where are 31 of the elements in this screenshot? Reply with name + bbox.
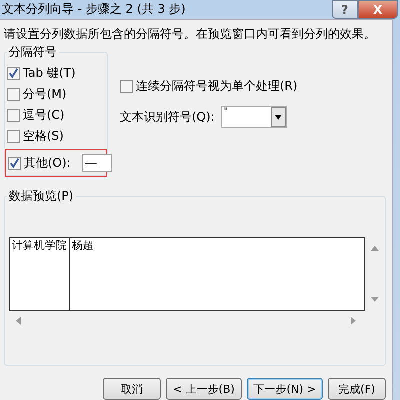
checkbox[interactable] [7, 130, 20, 142]
instruction-text: 请设置分列数据所包含的分隔符号。在预览窗口内可看到分列的效果。 [4, 26, 377, 43]
table-cell-text: 杨超 [71, 238, 95, 254]
option-label: Tab 键(T) [23, 64, 76, 82]
checkbox[interactable] [120, 80, 133, 92]
dialog-button[interactable]: 下一步(N) > [247, 378, 323, 400]
checkbox[interactable] [7, 88, 20, 100]
checkbox[interactable] [7, 66, 20, 80]
group-title: 数据预览(P) [7, 188, 76, 205]
option-label: 分号(M) [23, 86, 67, 102]
dialog-button[interactable]: 完成(F) [328, 378, 386, 400]
help-button[interactable]: ? [332, 0, 358, 19]
other-delimiter-field[interactable]: — [82, 154, 112, 172]
dialog-button[interactable]: 取消 [103, 378, 161, 400]
option-label: 其他(O): [24, 154, 71, 172]
qualifier-dropdown[interactable]: " [220, 106, 287, 128]
option-label: 空格(S) [23, 128, 64, 144]
group-title: 分隔符号 [7, 44, 59, 61]
scroll-left-icon[interactable] [15, 317, 21, 325]
option-label: 连续分隔符号视为单个处理(R) [136, 78, 298, 94]
dropdown-value: " [222, 107, 228, 120]
qualifier-label: 文本识别符号(Q): [120, 108, 215, 126]
table-cell: 计算机学院 [10, 238, 70, 310]
scroll-right-icon[interactable] [351, 317, 357, 325]
scroll-down-icon[interactable] [371, 297, 379, 303]
checkbox[interactable] [7, 108, 20, 122]
checkbox[interactable] [8, 156, 21, 170]
dialog-button[interactable]: < 上一步(B) [166, 378, 242, 400]
scroll-up-icon[interactable] [371, 245, 379, 251]
window-title: 文本分列向导 - 步骤之 2 (共 3 步) [2, 1, 186, 18]
option-label: 逗号(C) [23, 106, 65, 124]
